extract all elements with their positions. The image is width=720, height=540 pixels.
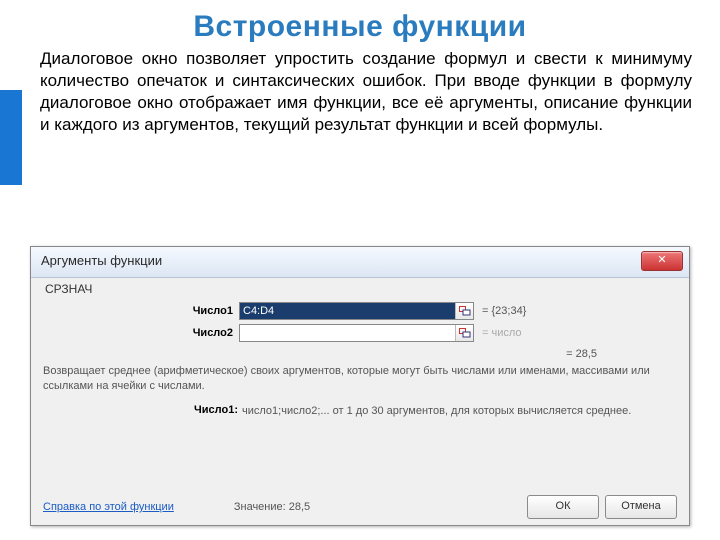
arg1-input[interactable] — [239, 302, 474, 320]
cancel-button[interactable]: Отмена — [605, 495, 677, 519]
argument-help: Число1: число1;число2;... от 1 до 30 арг… — [43, 404, 677, 419]
help-link[interactable]: Справка по этой функции — [43, 501, 174, 513]
arg2-result: = число — [474, 327, 522, 339]
function-result: = 28,5 — [43, 348, 677, 360]
arg1-label: Число1 — [43, 305, 239, 317]
page-heading: Встроенные функции — [0, 0, 720, 44]
value-label: Значение: 28,5 — [234, 501, 310, 513]
argument-row-1: Число1 = {23;34} — [43, 302, 677, 320]
ok-button[interactable]: ОК — [527, 495, 599, 519]
argument-help-label: Число1: — [43, 404, 242, 419]
function-arguments-dialog: Аргументы функции ✕ СРЗНАЧ Число1 = {23;… — [30, 246, 690, 526]
argument-help-text: число1;число2;... от 1 до 30 аргументов,… — [242, 404, 677, 419]
function-description: Возвращает среднее (арифметическое) свои… — [43, 364, 677, 394]
intro-paragraph: Диалоговое окно позволяет упростить созд… — [0, 44, 720, 144]
close-button[interactable]: ✕ — [641, 251, 683, 271]
dialog-titlebar[interactable]: Аргументы функции ✕ — [31, 247, 689, 278]
function-name-label: СРЗНАЧ — [43, 282, 677, 296]
argument-row-2: Число2 = число — [43, 324, 677, 342]
dialog-title: Аргументы функции — [41, 253, 162, 268]
arg2-label: Число2 — [43, 327, 239, 339]
range-selector-icon[interactable] — [455, 303, 473, 319]
arg2-input[interactable] — [239, 324, 474, 342]
decorative-sidebar — [0, 90, 22, 185]
range-selector-icon[interactable] — [455, 325, 473, 341]
arg1-result: = {23;34} — [474, 305, 526, 317]
